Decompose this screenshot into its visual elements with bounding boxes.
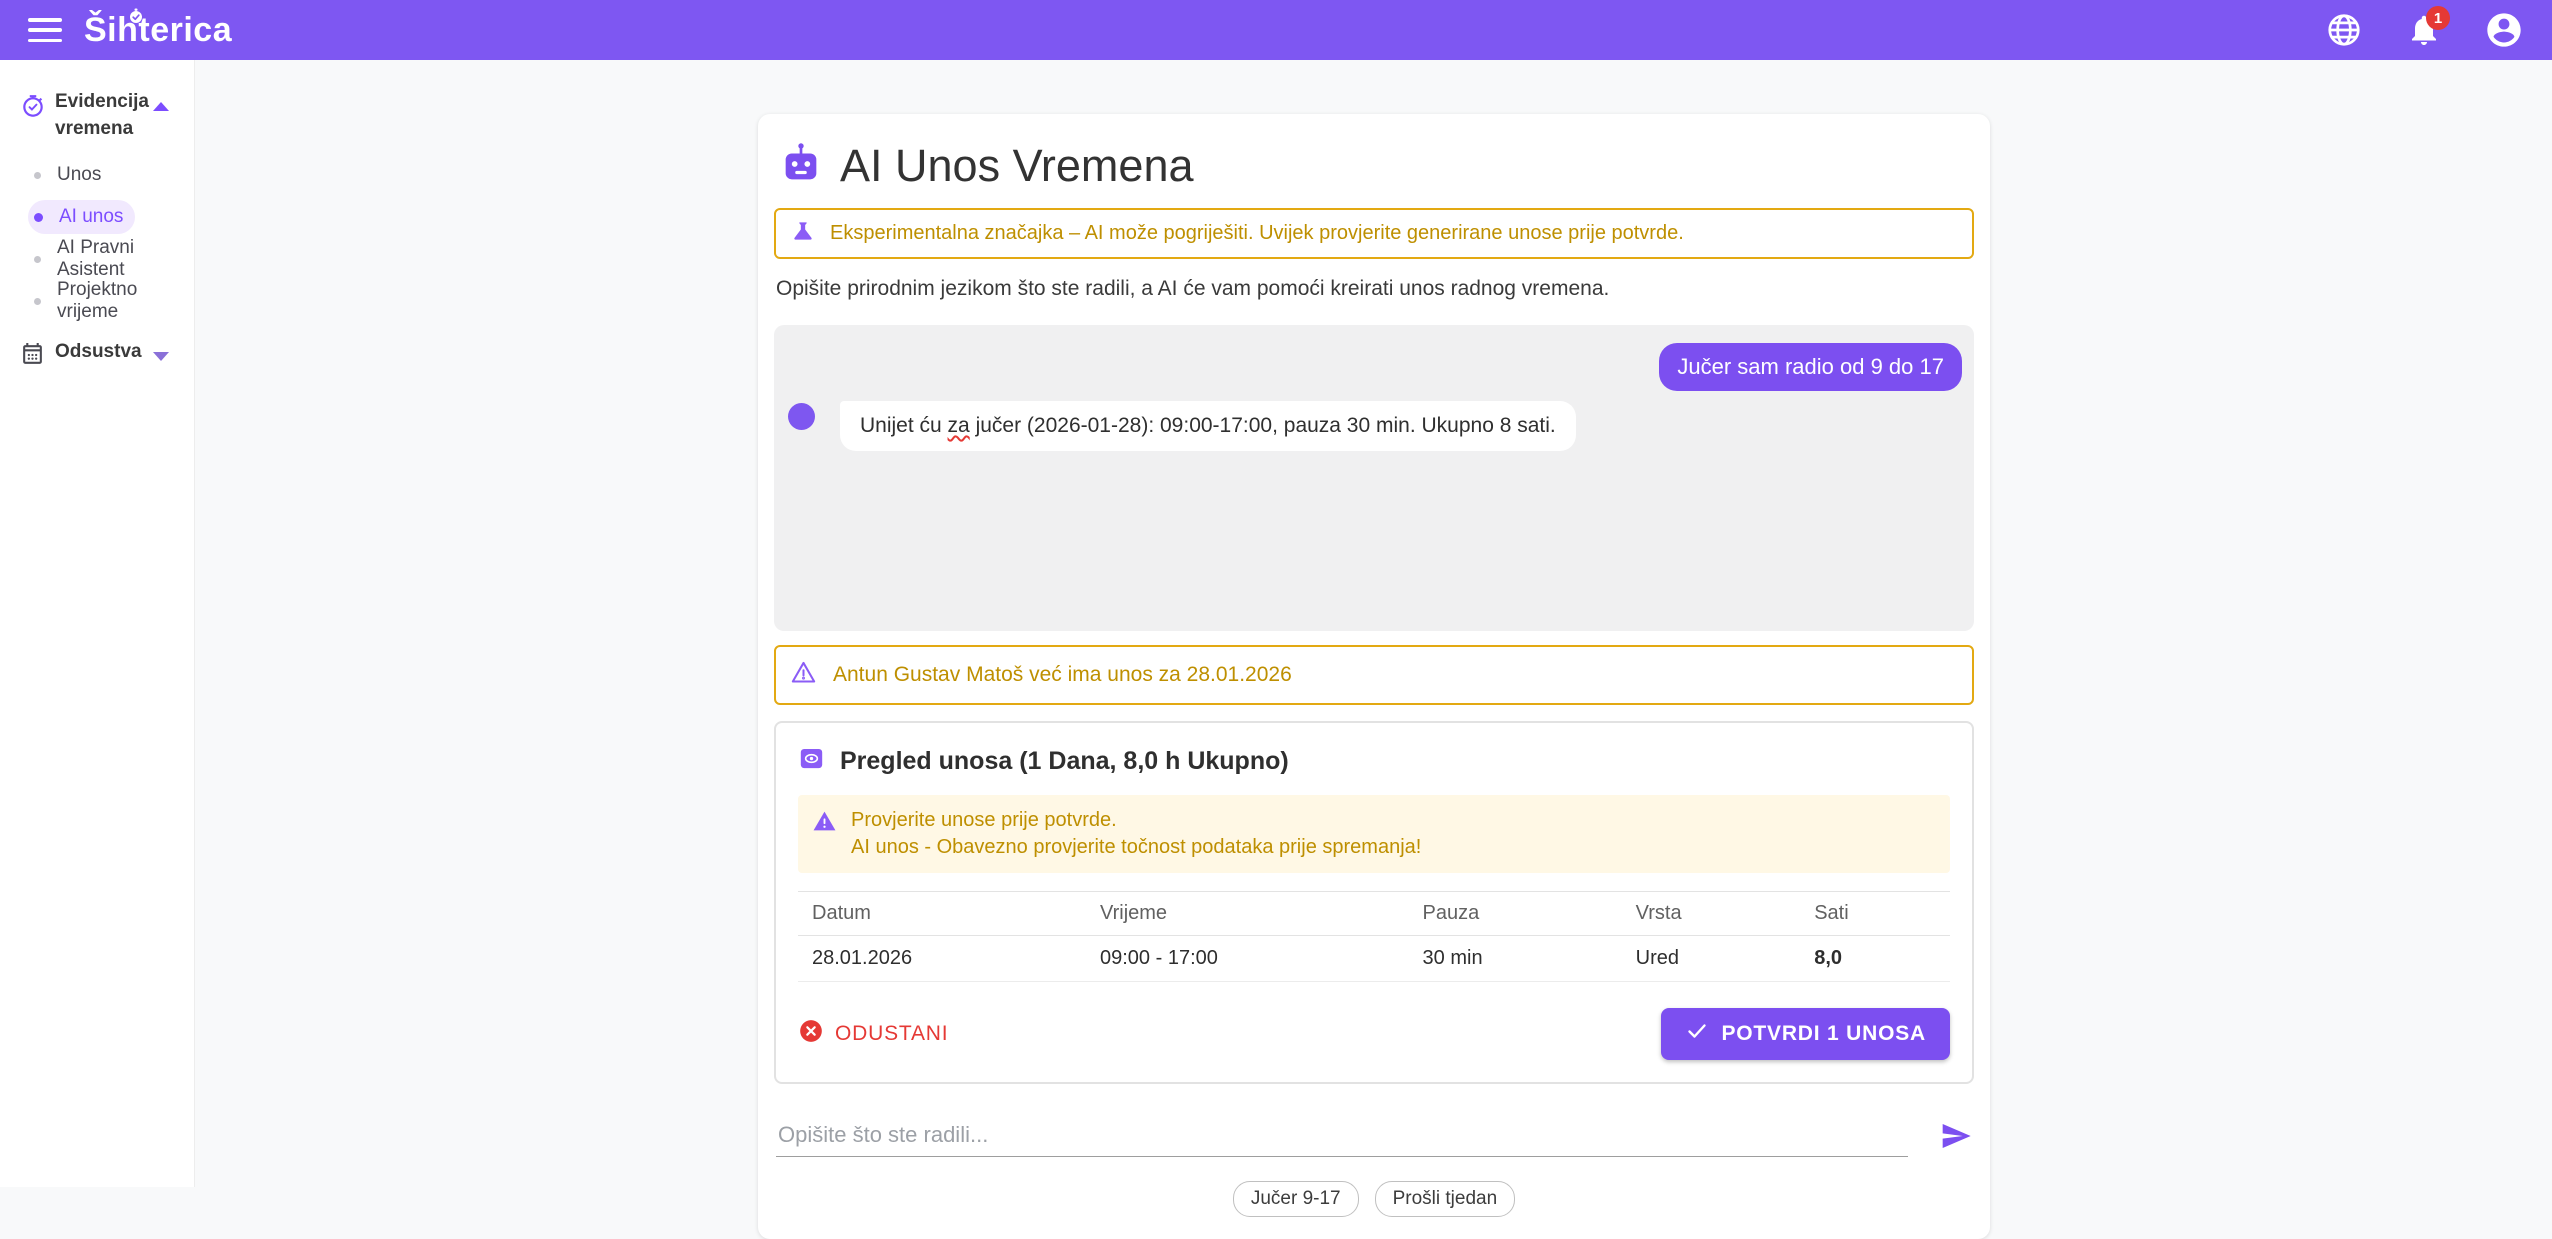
confirm-button-label: POTVRDI 1 UNOSA — [1721, 1022, 1926, 1046]
bullet-icon — [34, 213, 43, 222]
chip-prosli-tjedan[interactable]: Prošli tjedan — [1375, 1181, 1516, 1217]
avatar-icon[interactable] — [2484, 10, 2524, 50]
preview-warning: Provjerite unose prije potvrde. AI unos … — [798, 795, 1950, 873]
ai-message-row: Unijet ću za jučer (2026-01-28): 09:00-1… — [786, 401, 1962, 451]
ai-entry-card: AI Unos Vremena Eksperimentalna značajka… — [758, 114, 1990, 1239]
app-logo: Šihterica — [84, 0, 232, 60]
robot-icon — [778, 141, 824, 192]
expand-down-icon — [153, 352, 169, 361]
main-content: AI Unos Vremena Eksperimentalna značajka… — [196, 60, 2552, 1187]
bullet-icon — [34, 172, 41, 179]
collapse-up-icon — [153, 102, 169, 111]
entries-table: Datum Vrijeme Pauza Vrsta Sati 28.01.202… — [798, 891, 1950, 982]
ai-message-text: jučer (2026-01-28): 09:00-17:00, pauza 3… — [970, 414, 1556, 437]
chat-input[interactable] — [776, 1114, 1908, 1157]
ai-message-bubble: Unijet ću za jučer (2026-01-28): 09:00-1… — [840, 401, 1576, 451]
app-bar: Šihterica 1 — [0, 0, 2552, 60]
calendar-icon — [20, 342, 46, 372]
preview-header: Pregled unosa (1 Dana, 8,0 h Ukupno) — [798, 745, 1950, 777]
cell-datum: 28.01.2026 — [798, 936, 1086, 982]
duplicate-warning-text: Antun Gustav Matoš već ima unos za 28.01… — [833, 663, 1292, 687]
preview-actions: ODUSTANI POTVRDI 1 UNOSA — [798, 1008, 1950, 1060]
send-icon — [1940, 1120, 1972, 1152]
warning-triangle-icon — [790, 659, 817, 691]
sidebar-group-odsustva[interactable]: Odsustva — [0, 330, 194, 378]
cell-sati: 8,0 — [1800, 936, 1950, 982]
globe-icon[interactable] — [2324, 10, 2364, 50]
sidebar-group-items: Unos AI unos AI Pravni Asistent Projektn… — [0, 158, 194, 318]
bullet-icon — [34, 298, 41, 305]
entries-preview-card: Pregled unosa (1 Dana, 8,0 h Ukupno) Pro… — [774, 721, 1974, 1084]
preview-title: Pregled unosa (1 Dana, 8,0 h Ukupno) — [840, 747, 1289, 776]
experimental-warning-banner: Eksperimentalna značajka – AI može pogri… — [774, 208, 1974, 259]
column-header-datum: Datum — [798, 892, 1086, 936]
stopwatch-icon — [20, 94, 46, 125]
cell-pauza: 30 min — [1409, 936, 1622, 982]
cancel-button-label: ODUSTANI — [835, 1022, 948, 1046]
cell-vrijeme: 09:00 - 17:00 — [1086, 936, 1409, 982]
ai-message-spellcheck-word: za — [948, 414, 970, 437]
entries-table-header-row: Datum Vrijeme Pauza Vrsta Sati — [798, 892, 1950, 936]
sidebar-item-label: Unos — [57, 164, 101, 186]
check-icon — [1685, 1019, 1709, 1049]
sidebar-item-label: AI Pravni Asistent — [57, 237, 172, 281]
sidebar-group-evidencija-vremena[interactable]: Evidencija vremena — [0, 82, 194, 148]
preview-eye-icon — [798, 745, 825, 777]
sidebar-item-projektno-vrijeme[interactable]: Projektno vrijeme — [28, 284, 184, 318]
suggestion-chips: Jučer 9-17 Prošli tjedan — [774, 1181, 1974, 1217]
chip-jucer-9-17[interactable]: Jučer 9-17 — [1233, 1181, 1359, 1217]
menu-icon[interactable] — [28, 18, 62, 42]
sidebar-item-unos[interactable]: Unos — [28, 158, 113, 192]
flask-icon — [790, 218, 816, 249]
appbar-actions: 1 — [2324, 10, 2524, 50]
cancel-button[interactable]: ODUSTANI — [798, 1018, 948, 1050]
cell-vrsta: Ured — [1622, 936, 1801, 982]
column-header-pauza: Pauza — [1409, 892, 1622, 936]
warning-filled-icon — [812, 809, 837, 839]
page-title: AI Unos Vremena — [840, 140, 1194, 192]
confirm-button[interactable]: POTVRDI 1 UNOSA — [1661, 1008, 1950, 1060]
user-message-bubble: Jučer sam radio od 9 do 17 — [1659, 343, 1962, 391]
preview-warning-text: Provjerite unose prije potvrde. AI unos … — [851, 807, 1421, 861]
send-button[interactable] — [1940, 1120, 1972, 1155]
sidebar-item-label: AI unos — [59, 206, 123, 228]
column-header-vrsta: Vrsta — [1622, 892, 1801, 936]
app-logo-text: Šihterica — [84, 0, 232, 60]
logo-clock-icon — [128, 8, 144, 29]
ai-message-text: Unijet ću — [860, 414, 948, 437]
preview-warning-line2: AI unos - Obavezno provjerite točnost po… — [851, 834, 1421, 861]
column-header-vrijeme: Vrijeme — [1086, 892, 1409, 936]
preview-warning-line1: Provjerite unose prije potvrde. — [851, 807, 1421, 834]
intro-text: Opišite prirodnim jezikom što ste radili… — [774, 277, 1974, 301]
sidebar-group-label: Evidencija vremena — [55, 88, 151, 142]
notification-badge: 1 — [2426, 6, 2450, 30]
sidebar-item-ai-pravni-asistent[interactable]: AI Pravni Asistent — [28, 242, 184, 276]
cancel-circle-icon — [798, 1018, 824, 1050]
bell-icon[interactable]: 1 — [2404, 10, 2444, 50]
ai-avatar — [788, 403, 815, 430]
duplicate-entry-warning-banner: Antun Gustav Matoš već ima unos za 28.01… — [774, 645, 1974, 705]
column-header-sati: Sati — [1800, 892, 1950, 936]
table-row: 28.01.2026 09:00 - 17:00 30 min Ured 8,0 — [798, 936, 1950, 982]
page-title-row: AI Unos Vremena — [774, 140, 1974, 192]
bullet-icon — [34, 256, 41, 263]
sidebar-item-label: Projektno vrijeme — [57, 279, 172, 323]
experimental-warning-text: Eksperimentalna značajka – AI može pogri… — [830, 222, 1684, 245]
chat-panel: Jučer sam radio od 9 do 17 Unijet ću za … — [774, 325, 1974, 631]
chat-input-row — [774, 1114, 1974, 1157]
sidebar: Evidencija vremena Unos AI unos AI Pravn… — [0, 60, 195, 1187]
sidebar-item-ai-unos[interactable]: AI unos — [28, 200, 135, 234]
sidebar-group-label: Odsustva — [55, 338, 151, 365]
